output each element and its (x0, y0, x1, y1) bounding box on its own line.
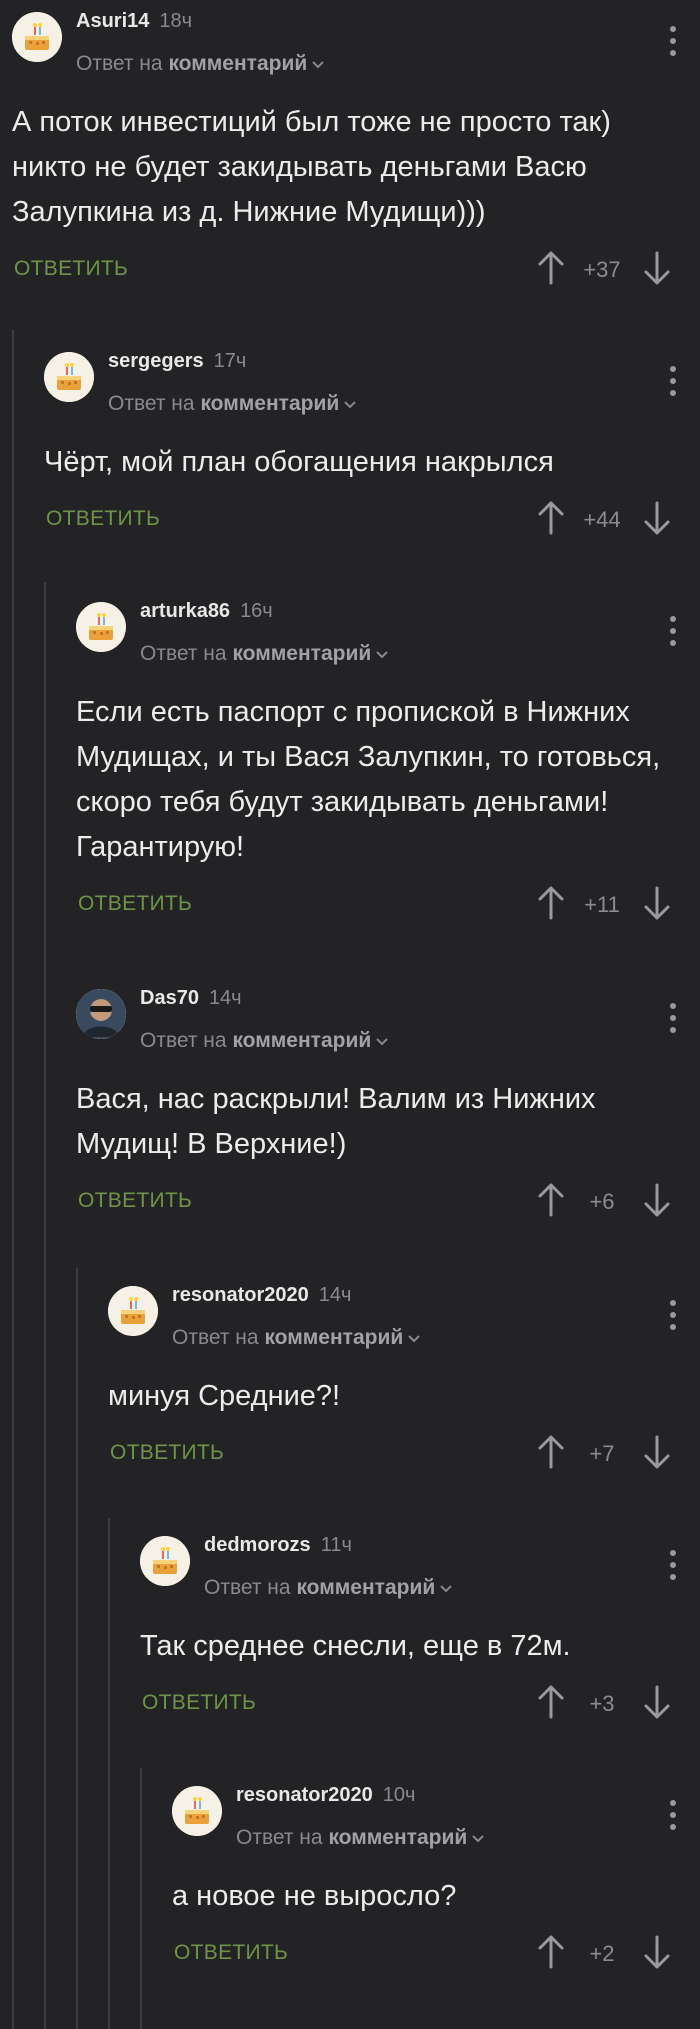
arrow-down-icon[interactable] (642, 884, 672, 922)
thread-line (140, 1768, 142, 2029)
cake-icon[interactable] (172, 1786, 222, 1836)
arrow-down-icon[interactable] (642, 1933, 672, 1971)
comment-score: +2 (589, 1941, 615, 1966)
timestamp: 18ч (159, 10, 193, 32)
cake-icon[interactable] (140, 1536, 190, 1586)
arrow-up-icon[interactable] (536, 1181, 566, 1219)
reply-button[interactable]: ОТВЕТИТЬ (46, 507, 160, 531)
comment-text: Так среднее снесли, еще в 72м. (140, 1630, 571, 1662)
reply-button[interactable]: ОТВЕТИТЬ (142, 1691, 256, 1715)
timestamp: 11ч (320, 1534, 352, 1556)
thread-line (76, 1268, 78, 2029)
username[interactable]: dedmorozs 11ч (204, 1534, 352, 1557)
timestamp: 17ч (213, 350, 247, 372)
timestamp: 14ч (318, 1284, 352, 1306)
chevron-down-icon (343, 392, 357, 416)
comment-text: Чёрт, мой план обогащения накрылся (44, 446, 554, 478)
reply-button[interactable]: ОТВЕТИТЬ (174, 1941, 288, 1965)
more-options-icon[interactable] (670, 1800, 676, 1830)
arrow-down-icon[interactable] (642, 1181, 672, 1219)
more-options-icon[interactable] (670, 1550, 676, 1580)
more-options-icon[interactable] (670, 1003, 676, 1033)
comment-text: Вася, нас раскрыли! Валим из Нижних Муди… (76, 1083, 596, 1160)
chevron-down-icon (375, 1029, 389, 1053)
arrow-up-icon[interactable] (536, 249, 566, 287)
comment: Das70 14ч Ответ на комментарий Вася, нас … (76, 977, 700, 1221)
username[interactable]: resonator2020 14ч (172, 1284, 351, 1307)
cake-icon[interactable] (12, 12, 62, 62)
comment-text: А поток инвестиций был тоже не просто та… (12, 106, 611, 228)
comment: Asuri14 18ч Ответ на комментарий А поток … (12, 0, 700, 289)
timestamp: 14ч (208, 987, 242, 1009)
arrow-down-icon[interactable] (642, 249, 672, 287)
more-options-icon[interactable] (670, 616, 676, 646)
comment: sergegers 17ч Ответ на комментарий Чёрт, … (44, 340, 700, 539)
reply-to-link[interactable]: Ответ на комментарий (172, 1326, 421, 1350)
reply-button[interactable]: ОТВЕТИТЬ (78, 1189, 192, 1213)
user-photo-avatar[interactable] (76, 989, 126, 1039)
arrow-up-icon[interactable] (536, 884, 566, 922)
arrow-up-icon[interactable] (536, 1683, 566, 1721)
reply-to-link[interactable]: Ответ на комментарий (204, 1576, 453, 1600)
comment: resonator2020 10ч Ответ на комментарий а … (172, 1774, 700, 1973)
timestamp: 10ч (382, 1784, 416, 1806)
arrow-up-icon[interactable] (536, 1933, 566, 1971)
cake-icon[interactable] (108, 1286, 158, 1336)
reply-to-link[interactable]: Ответ на комментарий (76, 52, 325, 76)
comment-text: а новое не выросло? (172, 1880, 457, 1912)
comment-score: +3 (589, 1691, 615, 1716)
chevron-down-icon (311, 52, 325, 76)
thread-line (44, 582, 46, 2029)
comment: dedmorozs 11ч Ответ на комментарий Так ср… (140, 1524, 700, 1723)
reply-to-link[interactable]: Ответ на комментарий (140, 642, 389, 666)
reply-to-link[interactable]: Ответ на комментарий (140, 1029, 389, 1053)
comment-score: +6 (589, 1189, 615, 1214)
comment-text: минуя Средние?! (108, 1380, 341, 1412)
more-options-icon[interactable] (670, 1300, 676, 1330)
username[interactable]: sergegers 17ч (108, 350, 246, 373)
comment: arturka86 16ч Ответ на комментарий Если е… (76, 590, 700, 924)
comment-score: +44 (583, 507, 621, 532)
arrow-down-icon[interactable] (642, 1433, 672, 1471)
reply-button[interactable]: ОТВЕТИТЬ (14, 257, 128, 281)
chevron-down-icon (471, 1826, 485, 1850)
thread-line (12, 330, 14, 2029)
reply-to-link[interactable]: Ответ на комментарий (108, 392, 357, 416)
more-options-icon[interactable] (670, 366, 676, 396)
chevron-down-icon (439, 1576, 453, 1600)
cake-icon[interactable] (44, 352, 94, 402)
chevron-down-icon (375, 642, 389, 666)
comment-text: Если есть паспорт с пропиской в Нижних М… (76, 696, 661, 863)
arrow-up-icon[interactable] (536, 499, 566, 537)
comment-score: +37 (583, 257, 621, 282)
arrow-down-icon[interactable] (642, 1683, 672, 1721)
thread-line (108, 1518, 110, 2029)
reply-button[interactable]: ОТВЕТИТЬ (78, 892, 192, 916)
username[interactable]: Das70 14ч (140, 987, 242, 1010)
arrow-up-icon[interactable] (536, 1433, 566, 1471)
reply-button[interactable]: ОТВЕТИТЬ (110, 1441, 224, 1465)
username[interactable]: resonator2020 10ч (236, 1784, 415, 1807)
username[interactable]: arturka86 16ч (140, 600, 273, 623)
reply-to-link[interactable]: Ответ на комментарий (236, 1826, 485, 1850)
comment: resonator2020 14ч Ответ на комментарий ми… (108, 1274, 700, 1473)
comment-score: +11 (584, 892, 620, 917)
timestamp: 16ч (240, 600, 273, 622)
more-options-icon[interactable] (670, 26, 676, 56)
comment-score: +7 (589, 1441, 615, 1466)
arrow-down-icon[interactable] (642, 499, 672, 537)
chevron-down-icon (407, 1326, 421, 1350)
username[interactable]: Asuri14 18ч (76, 10, 192, 33)
cake-icon[interactable] (76, 602, 126, 652)
